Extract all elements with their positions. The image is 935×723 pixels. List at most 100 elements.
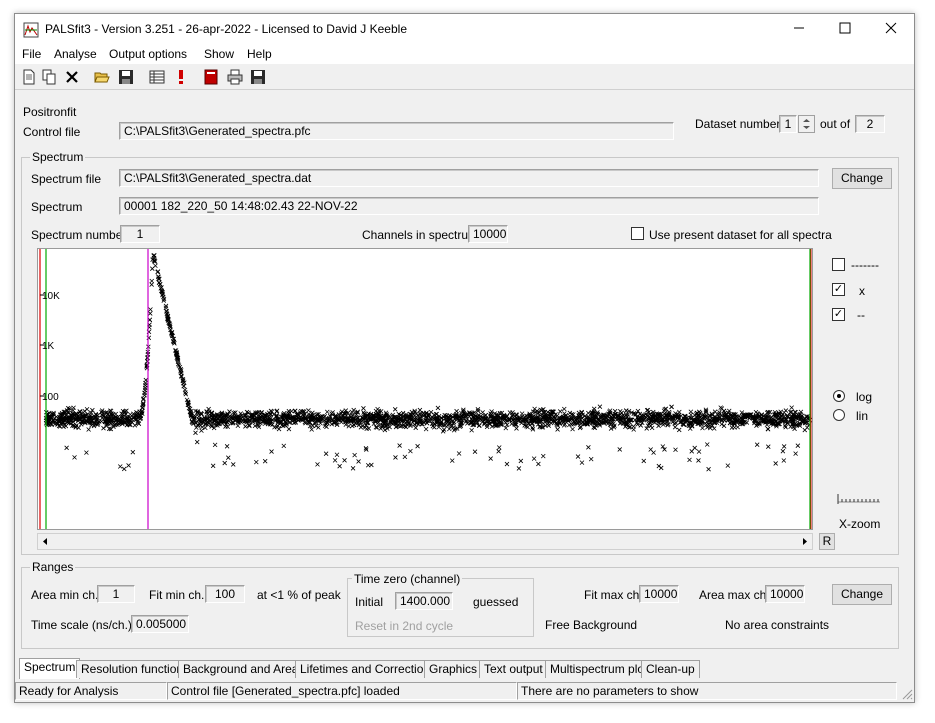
dataset-number-field[interactable]: 1 — [779, 115, 797, 133]
data-point — [435, 405, 441, 411]
data-point — [753, 409, 759, 415]
resize-grip-icon[interactable] — [901, 688, 913, 700]
x-zoom-label: X-zoom — [839, 517, 881, 531]
time-scale-field[interactable]: 0.005000 — [131, 615, 189, 633]
data-point — [780, 448, 786, 454]
tab-background-and-area[interactable]: Background and Area — [178, 660, 304, 678]
data-point — [570, 426, 575, 432]
scale-lin-radio[interactable] — [833, 409, 845, 421]
data-point — [352, 452, 357, 458]
spinner-arrows-icon — [803, 119, 810, 129]
data-point — [147, 311, 153, 316]
spectrum-number-field[interactable]: 1 — [120, 225, 160, 243]
save-output-icon[interactable] — [250, 69, 266, 85]
data-point — [64, 445, 69, 451]
legend-line-checkbox[interactable] — [832, 258, 845, 271]
data-point — [518, 458, 524, 464]
x-zoom-slider[interactable] — [836, 492, 882, 506]
fit-min-label: Fit min ch. — [149, 588, 205, 602]
data-point — [548, 420, 554, 426]
tab-graphics[interactable]: Graphics — [424, 660, 483, 678]
data-point — [721, 423, 727, 429]
legend-points-checkbox[interactable]: ✓ — [832, 283, 845, 296]
change-ranges-button[interactable]: Change — [832, 584, 892, 605]
data-point — [789, 405, 794, 410]
spreadsheet-icon[interactable] — [149, 69, 165, 85]
spectrum-plot[interactable]: 10K 1K 100 — [37, 248, 813, 530]
minimize-button[interactable] — [776, 14, 822, 44]
data-point — [781, 458, 787, 463]
data-point — [781, 444, 787, 449]
data-point — [531, 456, 537, 461]
status-parameters: There are no parameters to show — [517, 682, 897, 700]
data-point — [402, 454, 408, 460]
data-point — [687, 457, 692, 463]
data-point — [210, 463, 216, 469]
data-point — [456, 451, 462, 456]
data-points — [43, 253, 813, 472]
plot-horizontal-scrollbar[interactable] — [37, 533, 813, 550]
menu-help[interactable]: Help — [247, 47, 272, 61]
data-point — [696, 458, 701, 463]
new-file-icon[interactable] — [21, 69, 37, 85]
menu-analyse[interactable]: Analyse — [54, 47, 97, 61]
data-point — [334, 452, 340, 458]
tab-resolution-function[interactable]: Resolution function — [76, 660, 189, 678]
scroll-right-icon[interactable] — [800, 537, 809, 546]
tab-lifetimes-and-corrections[interactable]: Lifetimes and Corrections — [295, 660, 442, 678]
open-folder-icon[interactable] — [94, 69, 110, 85]
tab-clean-up[interactable]: Clean-up — [641, 660, 700, 678]
use-present-dataset-label: Use present dataset for all spectra — [649, 228, 832, 242]
scale-log-radio[interactable] — [833, 390, 845, 402]
fit-max-label: Fit max ch. — [584, 588, 643, 602]
legend-line-label: ------- — [851, 258, 879, 272]
delete-icon[interactable] — [64, 69, 80, 85]
spectrum-group-title: Spectrum — [30, 150, 86, 164]
scale-lin-label: lin — [856, 409, 869, 423]
data-point — [793, 451, 798, 456]
fit-min-field[interactable]: 100 — [205, 585, 245, 603]
save-icon[interactable] — [118, 69, 134, 85]
app-icon — [23, 22, 39, 38]
print-icon[interactable] — [227, 69, 243, 85]
close-window-button[interactable] — [868, 14, 914, 44]
tab-multispectrum-plot[interactable]: Multispectrum plot — [545, 660, 653, 678]
data-point — [413, 425, 419, 431]
menu-output-options[interactable]: Output options — [109, 47, 187, 61]
maximize-button[interactable] — [822, 14, 868, 44]
menu-file[interactable]: File — [22, 47, 41, 61]
data-point — [536, 461, 541, 467]
data-point — [224, 444, 230, 449]
menu-show[interactable]: Show — [204, 47, 234, 61]
book-icon[interactable] — [203, 69, 219, 85]
copy-icon[interactable] — [41, 69, 57, 85]
data-point — [226, 455, 231, 460]
legend-fit-checkbox[interactable]: ✓ — [832, 308, 845, 321]
data-point — [725, 463, 731, 468]
data-point — [149, 278, 155, 284]
free-background-label: Free Background — [545, 618, 638, 632]
positronfit-label: Positronfit — [23, 105, 77, 119]
time-zero-initial-field[interactable]: 1400.000 — [395, 592, 453, 610]
data-point — [588, 456, 594, 462]
data-point — [101, 425, 106, 431]
dataset-spinner[interactable] — [798, 115, 815, 133]
data-point — [802, 427, 808, 433]
alert-icon[interactable] — [173, 69, 189, 85]
ranges-group-title: Ranges — [30, 560, 76, 574]
fit-max-field[interactable]: 10000 — [639, 585, 679, 603]
guessed-label: guessed — [473, 595, 519, 609]
data-point — [765, 444, 771, 449]
tab-spectrum[interactable]: Spectrum — [19, 658, 81, 679]
area-max-field[interactable]: 10000 — [765, 585, 805, 603]
scroll-left-icon[interactable] — [41, 537, 50, 546]
change-spectrum-file-button[interactable]: Change — [832, 168, 892, 189]
tab-text-output[interactable]: Text output — [479, 660, 548, 678]
reset-zoom-button[interactable]: R — [819, 533, 835, 550]
control-file-label: Control file — [23, 125, 81, 139]
use-present-dataset-checkbox[interactable] — [631, 227, 644, 240]
data-point — [575, 454, 581, 459]
area-min-field[interactable]: 1 — [97, 585, 135, 603]
data-point — [130, 449, 136, 455]
data-point — [276, 426, 282, 432]
